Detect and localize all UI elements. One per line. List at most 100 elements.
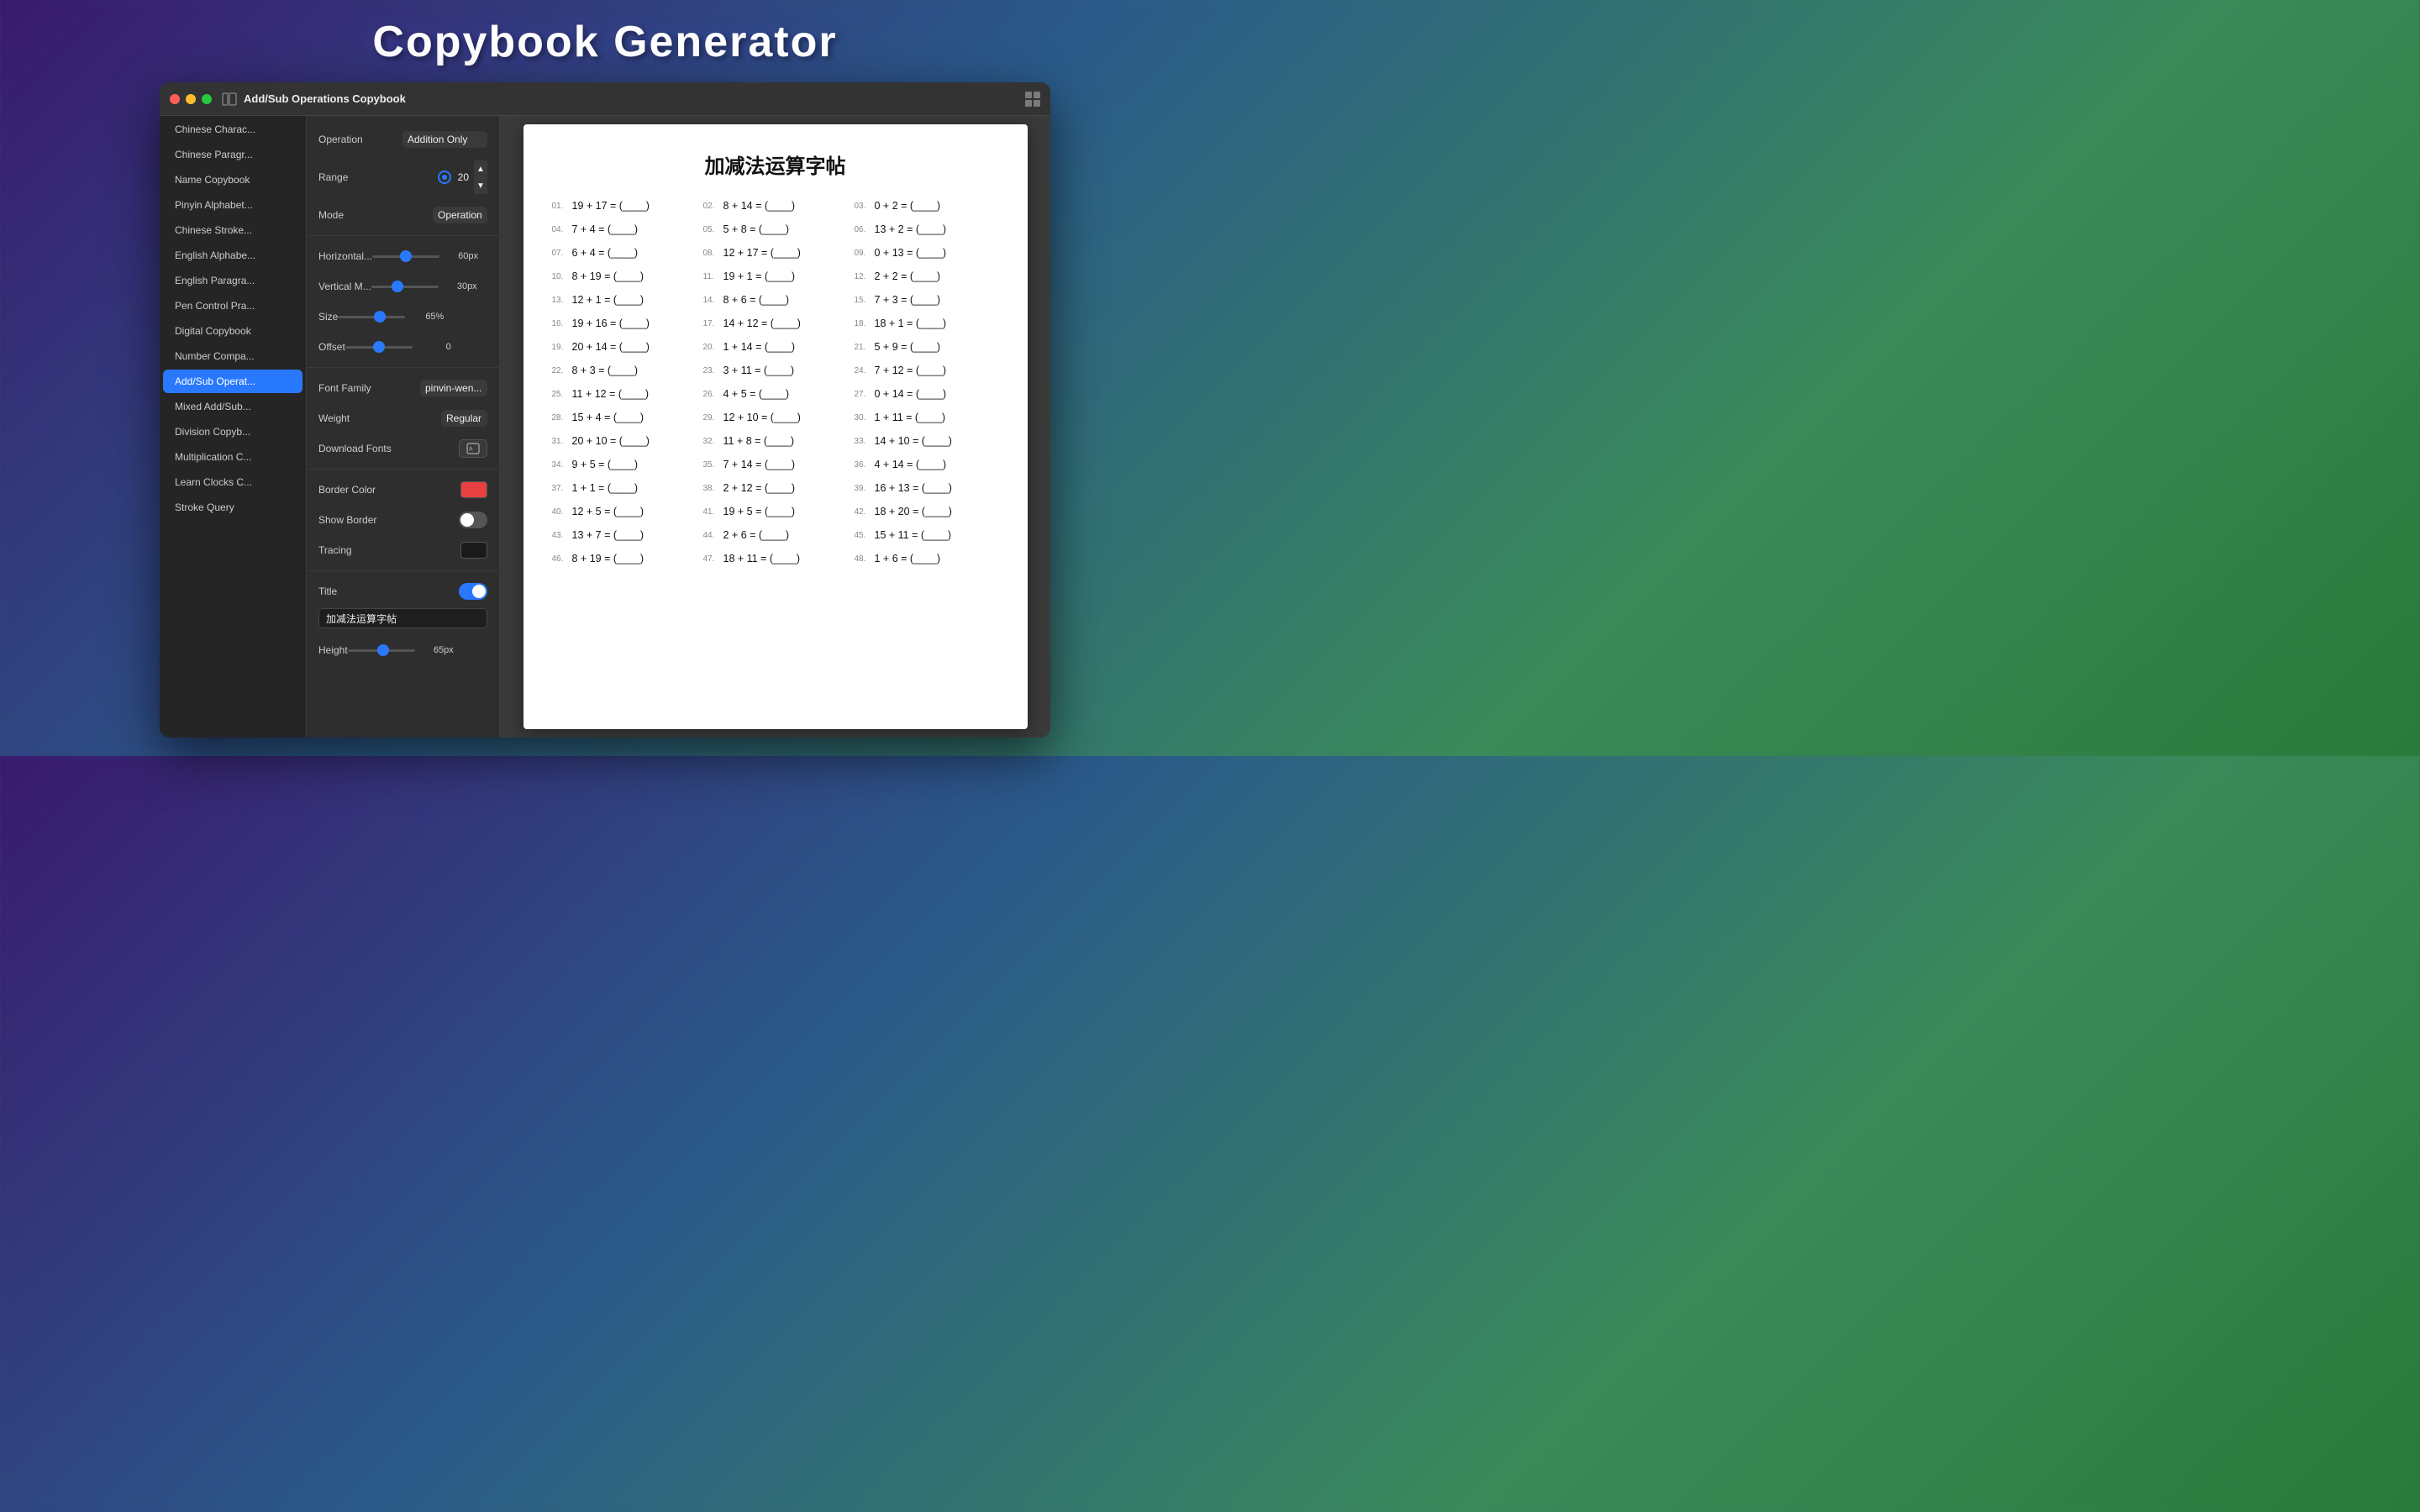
divider-2 — [307, 367, 499, 368]
sidebar-item-add-sub[interactable]: Add/Sub Operat... — [163, 370, 302, 393]
math-item: 29.12 + 10 = (____) — [700, 407, 851, 428]
sidebar-item-chinese-stroke[interactable]: Chinese Stroke... — [163, 218, 302, 242]
equation-expr: 7 + 4 = (____) — [572, 223, 639, 235]
equation-number: 44. — [703, 531, 722, 540]
equation-number: 11. — [703, 272, 722, 281]
math-item: 05.5 + 8 = (____) — [700, 219, 851, 239]
size-slider[interactable] — [338, 316, 405, 318]
close-button[interactable] — [170, 94, 180, 104]
offset-slider[interactable] — [345, 346, 413, 349]
equation-number: 18. — [855, 319, 873, 328]
equation-number: 05. — [703, 225, 722, 234]
equation-expr: 13 + 7 = (____) — [572, 529, 644, 541]
title-label: Title — [318, 585, 337, 597]
equation-number: 33. — [855, 437, 873, 446]
equation-number: 35. — [703, 460, 722, 470]
math-item: 33.14 + 10 = (____) — [851, 431, 1002, 451]
equation-expr: 12 + 5 = (____) — [572, 506, 644, 517]
math-item: 12.2 + 2 = (____) — [851, 266, 1002, 286]
sidebar-item-stroke-query[interactable]: Stroke Query — [163, 496, 302, 519]
grid-view-icon[interactable] — [1025, 92, 1040, 107]
title-toggle[interactable] — [459, 583, 487, 600]
equation-expr: 19 + 17 = (____) — [572, 200, 650, 212]
sidebar-toggle-icon[interactable] — [222, 92, 237, 107]
sidebar-item-name-copybook[interactable]: Name Copybook — [163, 168, 302, 192]
equation-expr: 18 + 20 = (____) — [875, 506, 952, 517]
math-item: 07.6 + 4 = (____) — [549, 243, 700, 263]
size-value: 65% — [410, 312, 444, 322]
equation-expr: 2 + 6 = (____) — [723, 529, 790, 541]
download-fonts-label: Download Fonts — [318, 443, 392, 454]
equation-expr: 20 + 14 = (____) — [572, 341, 650, 353]
math-item: 19.20 + 14 = (____) — [549, 337, 700, 357]
equation-number: 30. — [855, 413, 873, 423]
range-stepper[interactable]: ▲ ▼ — [474, 160, 487, 194]
sidebar-item-english-alpha[interactable]: English Alphabe... — [163, 244, 302, 267]
math-item: 02.8 + 14 = (____) — [700, 196, 851, 216]
vertical-slider[interactable] — [371, 286, 439, 288]
size-row: Size 65% — [307, 302, 499, 332]
sidebar-item-division-copy[interactable]: Division Copyb... — [163, 420, 302, 444]
math-item: 24.7 + 12 = (____) — [851, 360, 1002, 381]
sidebar-item-pinyin-alpha[interactable]: Pinyin Alphabet... — [163, 193, 302, 217]
math-item: 44.2 + 6 = (____) — [700, 525, 851, 545]
sidebar-item-mixed-add-sub[interactable]: Mixed Add/Sub... — [163, 395, 302, 418]
height-row: Height 65px — [307, 635, 499, 665]
math-item: 13.12 + 1 = (____) — [549, 290, 700, 310]
minimize-button[interactable] — [186, 94, 196, 104]
range-row: Range 20 ▲ ▼ — [307, 155, 499, 200]
sidebar-item-chinese-char[interactable]: Chinese Charac... — [163, 118, 302, 141]
equation-number: 20. — [703, 343, 722, 352]
range-up[interactable]: ▲ — [474, 160, 487, 177]
divider-1 — [307, 235, 499, 236]
math-item: 31.20 + 10 = (____) — [549, 431, 700, 451]
math-item: 30.1 + 11 = (____) — [851, 407, 1002, 428]
math-item: 32.11 + 8 = (____) — [700, 431, 851, 451]
sidebar-item-learn-clocks[interactable]: Learn Clocks C... — [163, 470, 302, 494]
svg-text:A: A — [469, 447, 473, 453]
equation-number: 03. — [855, 202, 873, 211]
fullscreen-button[interactable] — [202, 94, 212, 104]
border-color-swatch[interactable] — [460, 481, 487, 498]
mode-value-container: Operation Fill — [433, 207, 487, 223]
sidebar-item-pen-control[interactable]: Pen Control Pra... — [163, 294, 302, 318]
download-fonts-button[interactable]: A — [459, 439, 487, 458]
operation-row: Operation Addition Only Subtraction Only… — [307, 124, 499, 155]
sidebar-item-number-comp[interactable]: Number Compa... — [163, 344, 302, 368]
weight-select[interactable]: Regular Bold — [441, 410, 487, 427]
sidebar: Chinese Charac...Chinese Paragr...Name C… — [160, 116, 307, 738]
show-border-toggle[interactable] — [459, 512, 487, 528]
equation-number: 16. — [552, 319, 571, 328]
equation-number: 46. — [552, 554, 571, 564]
title-row: Title — [307, 576, 499, 606]
sidebar-item-chinese-para[interactable]: Chinese Paragr... — [163, 143, 302, 166]
horizontal-slider[interactable] — [372, 255, 439, 258]
vertical-row: Vertical M... 30px — [307, 271, 499, 302]
weight-label: Weight — [318, 412, 350, 424]
sidebar-item-digital-copybook[interactable]: Digital Copybook — [163, 319, 302, 343]
range-down[interactable]: ▼ — [474, 177, 487, 194]
tracing-row: Tracing — [307, 535, 499, 565]
mode-select[interactable]: Operation Fill — [433, 207, 487, 223]
math-item: 08.12 + 17 = (____) — [700, 243, 851, 263]
operation-select[interactable]: Addition Only Subtraction Only Mixed — [402, 131, 487, 148]
equation-number: 32. — [703, 437, 722, 446]
height-slider[interactable] — [348, 649, 415, 652]
equation-number: 23. — [703, 366, 722, 375]
equation-expr: 12 + 1 = (____) — [572, 294, 644, 306]
math-item: 46.8 + 19 = (____) — [549, 549, 700, 569]
equation-number: 47. — [703, 554, 722, 564]
sidebar-item-english-para[interactable]: English Paragra... — [163, 269, 302, 292]
main-window: Add/Sub Operations Copybook Chinese Char… — [160, 82, 1050, 738]
weight-row: Weight Regular Bold — [307, 403, 499, 433]
title-input[interactable] — [318, 608, 487, 628]
sidebar-item-multiplication[interactable]: Multiplication C... — [163, 445, 302, 469]
equation-number: 15. — [855, 296, 873, 305]
equation-expr: 1 + 11 = (____) — [875, 412, 946, 423]
equation-number: 39. — [855, 484, 873, 493]
equation-expr: 18 + 11 = (____) — [723, 553, 801, 564]
equation-number: 41. — [703, 507, 722, 517]
font-family-select[interactable]: pinvin-wen... — [420, 380, 487, 396]
vertical-slider-container: 30px — [371, 281, 487, 291]
tracing-swatch[interactable] — [460, 542, 487, 559]
